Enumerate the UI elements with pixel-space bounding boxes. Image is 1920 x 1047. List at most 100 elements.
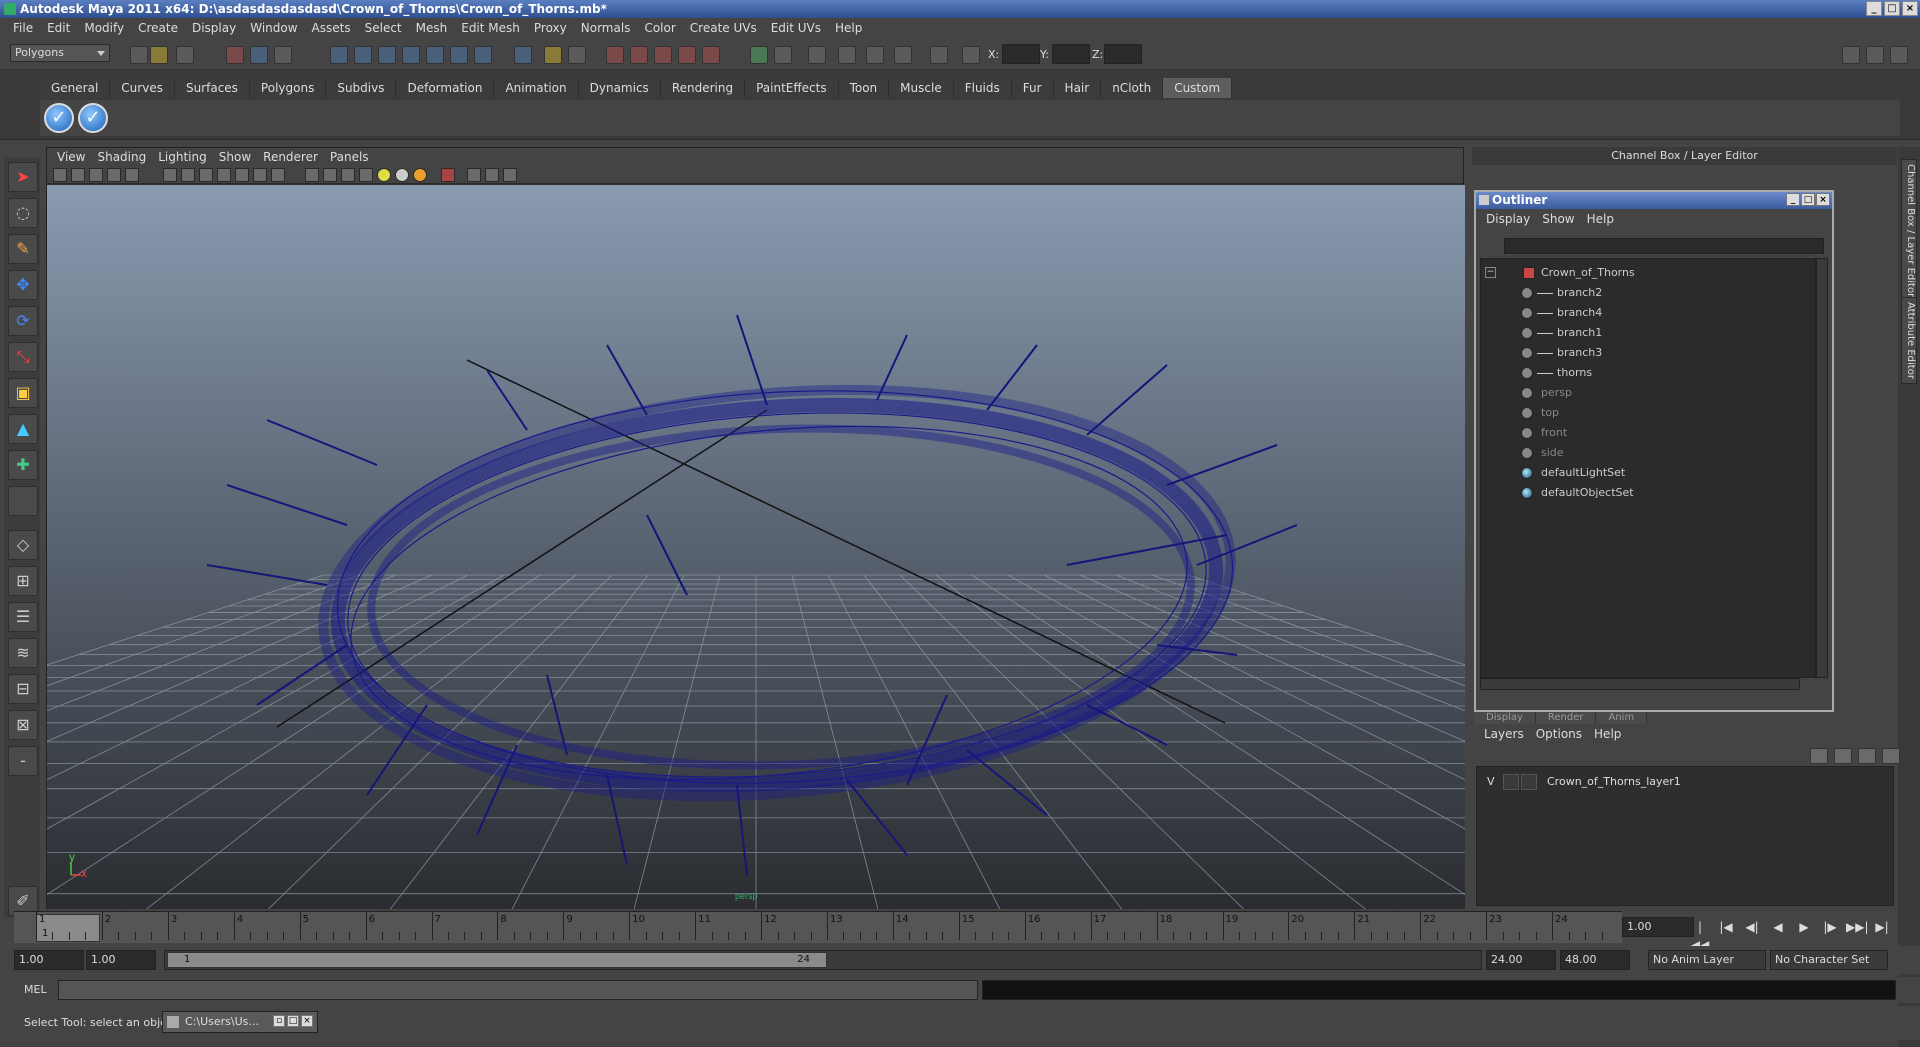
- outliner-maximize-button[interactable]: □: [1801, 193, 1815, 206]
- help-question-icon[interactable]: [514, 46, 532, 64]
- shelf-tab-dynamics[interactable]: Dynamics: [578, 78, 661, 98]
- animation-start-field[interactable]: 1.00: [14, 950, 84, 970]
- outliner-menu-display[interactable]: Display: [1480, 212, 1536, 226]
- shelf-tab-fur[interactable]: Fur: [1011, 78, 1054, 98]
- camera-attr-icon[interactable]: [71, 168, 85, 182]
- anim-layer-dropdown[interactable]: No Anim Layer: [1648, 950, 1766, 970]
- menu-window[interactable]: Window: [243, 21, 304, 35]
- viewport-menu-renderer[interactable]: Renderer: [257, 150, 324, 164]
- dopesheet-icon[interactable]: [838, 46, 856, 64]
- perspective-viewport[interactable]: View Shading Lighting Show Renderer Pane…: [0, 147, 1920, 945]
- absolute-transform-icon[interactable]: [962, 46, 980, 64]
- outliner-filter-field[interactable]: [1504, 238, 1824, 254]
- viewport-scene[interactable]: y x persp: [0, 185, 1920, 945]
- outliner-menu-show[interactable]: Show: [1536, 212, 1580, 226]
- shelf-tab-general[interactable]: General: [40, 78, 111, 98]
- menu-normals[interactable]: Normals: [574, 21, 638, 35]
- viewport-menu-lighting[interactable]: Lighting: [152, 150, 213, 164]
- viewport-menu-view[interactable]: View: [51, 150, 91, 164]
- viewport-menu-show[interactable]: Show: [213, 150, 257, 164]
- minimize-button[interactable]: _: [1866, 1, 1882, 16]
- outliner-item[interactable]: defaultLightSet: [1481, 463, 1811, 483]
- show-manip-icon[interactable]: ✚: [8, 450, 38, 480]
- outliner-item[interactable]: Crown_of_Thorns −: [1481, 263, 1811, 283]
- collapse-toggle-icon[interactable]: −: [1485, 267, 1496, 278]
- safe-action-icon[interactable]: [253, 168, 267, 182]
- attribute-editor-toggle-icon[interactable]: [1866, 46, 1884, 64]
- outliner-item[interactable]: branch1: [1481, 323, 1811, 343]
- lock-icon[interactable]: [544, 46, 562, 64]
- viewport-menu-shading[interactable]: Shading: [91, 150, 152, 164]
- time-slider[interactable]: 1 2 3 4 5 6 7 8 9 10 11 12 13 14 15 16 17 18 19 20 21 22 23 24 1: [14, 911, 1622, 943]
- outliner-item[interactable]: persp: [1481, 383, 1811, 403]
- menu-color[interactable]: Color: [637, 21, 682, 35]
- command-input-field[interactable]: [58, 980, 978, 1000]
- z-field[interactable]: [1104, 44, 1142, 64]
- outliner-minimize-button[interactable]: _: [1786, 193, 1800, 206]
- selection-mask-icon[interactable]: [568, 46, 586, 64]
- outliner-close-button[interactable]: ×: [1816, 193, 1830, 206]
- layer-menu-layers[interactable]: Layers: [1478, 727, 1530, 741]
- hypershade-icon[interactable]: [678, 46, 696, 64]
- last-tool-icon[interactable]: [8, 486, 38, 516]
- history-icon[interactable]: [450, 46, 468, 64]
- layer-menu-options[interactable]: Options: [1530, 727, 1588, 741]
- play-backwards-button[interactable]: ◀: [1768, 918, 1788, 936]
- shelf-tab-polygons[interactable]: Polygons: [249, 78, 327, 98]
- sym-icon[interactable]: [930, 46, 948, 64]
- custom-layout-icon[interactable]: ⊠: [8, 710, 38, 740]
- x-field[interactable]: [1002, 44, 1040, 64]
- layer-row[interactable]: V Crown_of_Thorns_layer1: [1481, 773, 1891, 791]
- graph-icon[interactable]: [808, 46, 826, 64]
- image-plane-icon[interactable]: [107, 168, 121, 182]
- outliner-item[interactable]: defaultObjectSet: [1481, 483, 1811, 503]
- range-slider[interactable]: 1 24: [164, 950, 1482, 970]
- toggle-sidebar-icon[interactable]: [750, 46, 768, 64]
- paint-select-icon[interactable]: ✎: [8, 234, 38, 264]
- minimized-close-button[interactable]: ×: [301, 1015, 313, 1027]
- render-settings-icon[interactable]: [654, 46, 672, 64]
- menu-mesh[interactable]: Mesh: [409, 21, 455, 35]
- field-chart-icon[interactable]: [235, 168, 249, 182]
- minimized-window-button[interactable]: C:\Users\Us... ▫ □ ×: [162, 1011, 318, 1033]
- menu-assets[interactable]: Assets: [305, 21, 358, 35]
- soft-mod-icon[interactable]: ▲: [8, 414, 38, 444]
- go-to-end-button[interactable]: ▶|: [1872, 918, 1892, 936]
- outliner-item[interactable]: branch4: [1481, 303, 1811, 323]
- shelf-tab-curves[interactable]: Curves: [110, 78, 175, 98]
- menu-create[interactable]: Create: [131, 21, 185, 35]
- menu-select[interactable]: Select: [358, 21, 409, 35]
- minimized-restore-button[interactable]: ▫: [273, 1015, 285, 1027]
- resolution-gate-icon[interactable]: [199, 168, 213, 182]
- toggle-layout-icon[interactable]: [774, 46, 792, 64]
- layer-tab-render[interactable]: Render: [1535, 712, 1597, 724]
- rotate-tool-icon[interactable]: ⟳: [8, 306, 38, 336]
- channel-box-side-tab[interactable]: Channel Box / Layer Editor: [1901, 159, 1917, 303]
- menu-file[interactable]: File: [6, 21, 40, 35]
- close-button[interactable]: ×: [1902, 1, 1918, 16]
- step-forward-key-button[interactable]: |▶: [1820, 918, 1840, 936]
- script-icon[interactable]: [894, 46, 912, 64]
- outliner-item[interactable]: top: [1481, 403, 1811, 423]
- render-view-icon[interactable]: [702, 46, 720, 64]
- outliner-horizontal-scrollbar[interactable]: [1480, 678, 1800, 690]
- layer-visibility-toggle[interactable]: V: [1487, 773, 1495, 791]
- step-forward-frame-button[interactable]: ▶▶|: [1846, 918, 1869, 936]
- move-layer-down-icon[interactable]: [1834, 748, 1852, 764]
- four-pane-layout-icon[interactable]: ⊞: [8, 566, 38, 596]
- layout-expand-icon[interactable]: -: [8, 746, 38, 776]
- shelf-tab-toon[interactable]: Toon: [838, 78, 890, 98]
- step-back-key-button[interactable]: ◀|: [1742, 918, 1762, 936]
- save-scene-icon[interactable]: [176, 46, 194, 64]
- outliner-menu-help[interactable]: Help: [1581, 212, 1620, 226]
- shelf-check-icon-1[interactable]: ✓: [44, 103, 74, 133]
- manipulator-icon[interactable]: ▣: [8, 378, 38, 408]
- menu-display[interactable]: Display: [185, 21, 243, 35]
- shelf-tab-ncloth[interactable]: nCloth: [1101, 78, 1164, 98]
- character-set-dropdown[interactable]: No Character Set: [1770, 950, 1888, 970]
- menu-help[interactable]: Help: [828, 21, 869, 35]
- gate-mask-icon[interactable]: [217, 168, 231, 182]
- layer-tab-anim[interactable]: Anim: [1596, 712, 1648, 724]
- ipr-render-icon[interactable]: [630, 46, 648, 64]
- bookmark-icon[interactable]: [89, 168, 103, 182]
